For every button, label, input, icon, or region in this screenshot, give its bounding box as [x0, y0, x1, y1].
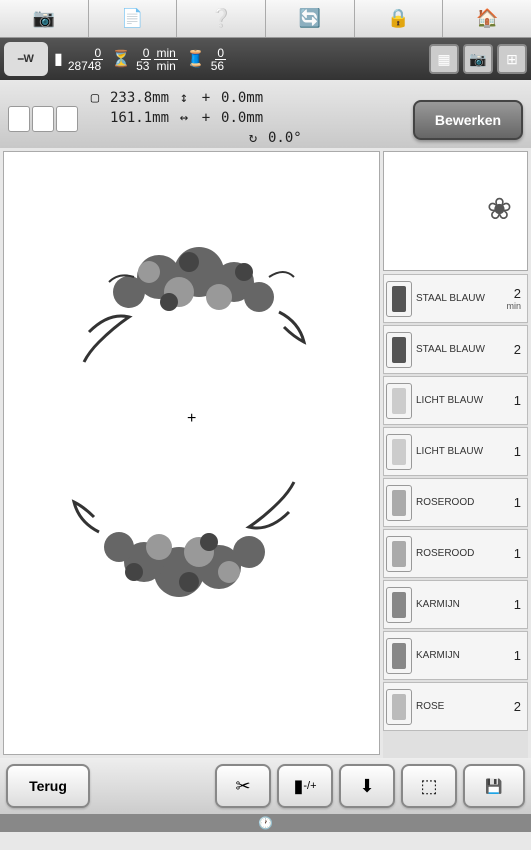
home-icon: 🏠 [476, 8, 498, 29]
thread-value: 1 [501, 444, 521, 459]
thread-row[interactable]: KARMIJN 1 [383, 631, 528, 680]
thread-row[interactable]: STAAL BLAUW 2 min [383, 274, 528, 323]
back-button[interactable]: Terug [6, 764, 90, 808]
hoop-selector[interactable] [8, 94, 78, 144]
edit-button[interactable]: Bewerken [413, 100, 523, 140]
tab-document[interactable]: 📄 [89, 0, 178, 37]
thread-value: 2 [501, 342, 521, 357]
thread-spool-icon [386, 587, 412, 623]
presser-foot-badge[interactable]: ⎯W [4, 42, 48, 76]
thread-spool-icon [386, 638, 412, 674]
stitch-count: ▮ 028748 [54, 47, 103, 72]
thread-name: STAAL BLAUW [416, 293, 501, 304]
thread-value: 1 [501, 393, 521, 408]
thread-row[interactable]: STAAL BLAUW 2 [383, 325, 528, 374]
preview-thumbnail: ❀ [487, 192, 512, 227]
thread-row[interactable]: ROSEROOD 1 [383, 478, 528, 527]
thread-spool-icon [386, 281, 412, 317]
hourglass-icon: ⏳ [111, 49, 131, 69]
lock-icon: 🔒 [387, 8, 409, 29]
thread-cut-button[interactable]: ✂ [215, 764, 271, 808]
embroidery-design-top [59, 222, 319, 382]
thread-name: LICHT BLAUW [416, 395, 501, 406]
thread-spool-icon [386, 434, 412, 470]
bottom-toolbar: Terug ✂ ▮-/+ ⬇ ⬚ 💾 [0, 758, 531, 814]
tab-home[interactable]: 🏠 [443, 0, 531, 37]
thread-name: STAAL BLAUW [416, 344, 501, 355]
thread-name: ROSEROOD [416, 497, 501, 508]
help-icon: ❔ [210, 8, 232, 29]
embroidery-design-bottom [59, 462, 319, 622]
rotation-icon: ↻ [246, 130, 260, 146]
view-mode-camera[interactable]: 📷 [463, 44, 493, 74]
save-button[interactable]: 💾 [463, 764, 525, 808]
design-preview[interactable]: ❀ [383, 151, 528, 271]
thread-name: LICHT BLAUW [416, 446, 501, 457]
thread-value: 2 [501, 699, 521, 714]
view-mode-fabric[interactable]: ▦ [429, 44, 459, 74]
sync-icon: 🔄 [299, 8, 321, 29]
height-marker-icon: ▢ [88, 90, 102, 106]
thread-name: ROSEROOD [416, 548, 501, 559]
thread-row[interactable]: LICHT BLAUW 1 [383, 376, 528, 425]
tab-camera[interactable]: 📷 [0, 0, 89, 37]
thread-value: 2 [501, 286, 521, 301]
scissors-icon: ✂ [235, 776, 250, 797]
pocket-icon: 💾 [485, 778, 502, 795]
selection-button[interactable]: ⬚ [401, 764, 457, 808]
thread-row[interactable]: KARMIJN 1 [383, 580, 528, 629]
needle-position-button[interactable]: ⬇ [339, 764, 395, 808]
thread-name: KARMIJN [416, 599, 501, 610]
thread-name: ROSE [416, 701, 501, 712]
thread-row[interactable]: ROSE 2 [383, 682, 528, 731]
center-crosshair: + [187, 410, 196, 428]
tab-help[interactable]: ❔ [177, 0, 266, 37]
tab-sync[interactable]: 🔄 [266, 0, 355, 37]
thread-spool-icon [386, 536, 412, 572]
needle-icon: ▮ [54, 49, 63, 69]
measurements: ▢233.8mm↕+0.0mm 161.1mm↔+0.0mm ↻0.0° [88, 88, 302, 144]
color-count: 🧵 056 [186, 47, 226, 72]
selection-icon: ⬚ [420, 776, 437, 797]
tab-lock[interactable]: 🔒 [355, 0, 444, 37]
time-count: ⏳ 053 minmin [111, 47, 178, 72]
thread-color-list: STAAL BLAUW 2 min STAAL BLAUW 2 LICHT BL… [383, 274, 528, 758]
thread-row[interactable]: LICHT BLAUW 1 [383, 427, 528, 476]
view-mode-grid[interactable]: ⊞ [497, 44, 527, 74]
footer-clock: 🕐 [0, 814, 531, 832]
thread-row[interactable]: ROSEROOD 1 [383, 529, 528, 578]
thread-spool-icon [386, 383, 412, 419]
thread-spool-icon [386, 485, 412, 521]
thread-spool-icon [386, 332, 412, 368]
thread-value: 1 [501, 546, 521, 561]
clock-icon: 🕐 [258, 816, 273, 830]
thread-spool-icon [386, 689, 412, 725]
design-canvas[interactable]: + [3, 151, 380, 755]
needle-adjust-button[interactable]: ▮-/+ [277, 764, 333, 808]
thread-unit: min [501, 301, 521, 311]
top-toolbar: 📷 📄 ❔ 🔄 🔒 🏠 [0, 0, 531, 38]
thread-value: 1 [501, 648, 521, 663]
thread-name: KARMIJN [416, 650, 501, 661]
status-bar: ⎯W ▮ 028748 ⏳ 053 minmin 🧵 056 ▦ 📷 ⊞ [0, 38, 531, 80]
measurement-bar: ▢233.8mm↕+0.0mm 161.1mm↔+0.0mm ↻0.0° Bew… [0, 80, 531, 148]
document-icon: 📄 [121, 8, 143, 29]
thread-value: 1 [501, 495, 521, 510]
spool-icon: 🧵 [186, 49, 206, 69]
camera-icon: 📷 [33, 8, 55, 29]
needle-down-icon: ⬇ [359, 776, 374, 797]
needle-adjust-icon: ▮ [293, 776, 303, 797]
thread-value: 1 [501, 597, 521, 612]
